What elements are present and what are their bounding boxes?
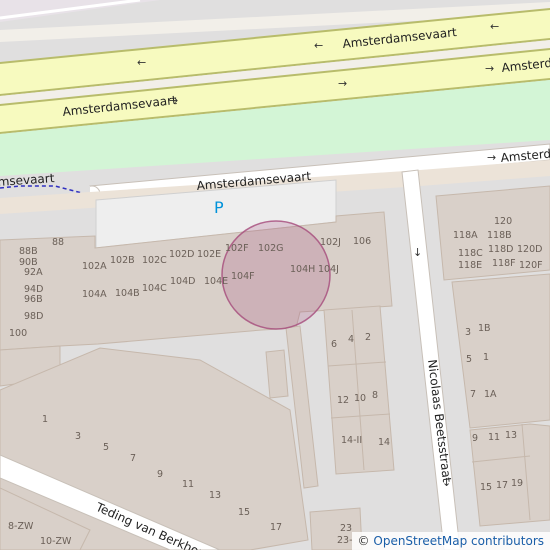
house-number: 3 [465,327,471,338]
house-number: 1 [483,352,489,363]
house-number: 11 [182,479,194,490]
house-number: 96B [24,294,43,305]
parking-symbol: P [214,198,224,217]
house-number: 14 [378,437,390,448]
house-number: 118F [492,258,516,269]
oneway-arrow: ↓ [413,246,422,259]
house-number: 104E [204,276,228,287]
house-number: 104A [82,289,107,300]
house-number: 120 [494,216,512,227]
oneway-arrow: → [338,77,347,90]
house-number: 104D [170,276,195,287]
oneway-arrow: → [485,62,494,75]
oneway-arrow: ← [490,20,499,33]
house-number: 88 [52,237,64,248]
house-number: 17 [496,480,508,491]
house-number: 9 [472,433,478,444]
house-number: 8-ZW [8,521,34,532]
house-number: 8 [372,390,378,401]
oneway-arrow: → [169,94,178,107]
house-number: 1A [484,389,497,400]
house-number: 1B [478,323,491,334]
house-number: 7 [470,389,476,400]
house-number: 102B [110,255,135,266]
house-number: 23- [337,535,353,546]
house-number: 104H [290,264,315,275]
building-small [265,349,289,399]
house-number: 1 [42,414,48,425]
house-number: 102C [142,255,167,266]
house-number: 104J [318,264,339,275]
house-number: 11 [488,432,500,443]
house-number: 23 [340,523,352,534]
house-number: 104B [115,288,140,299]
house-number: 118D [488,244,513,255]
oneway-arrow: ← [137,56,146,69]
house-number: 104F [231,271,255,282]
house-number: 102G [258,243,284,254]
house-number: 17 [270,522,282,533]
house-number: 118A [453,230,478,241]
attribution-link[interactable]: OpenStreetMap contributors [373,534,544,548]
house-number: 120D [517,244,542,255]
house-number: 13 [209,490,221,501]
house-number: 12 [337,395,349,406]
house-number: 13 [505,430,517,441]
house-number: 15 [238,507,250,518]
map-attribution: © OpenStreetMap contributors [351,532,550,550]
house-number: 4 [348,334,354,345]
house-number: 102D [169,249,194,260]
house-number: 120F [519,260,543,271]
house-number: 3 [75,431,81,442]
house-number: 102J [320,237,341,248]
house-number: 102E [197,249,221,260]
house-number: 92A [24,267,43,278]
house-number: 88B [19,246,38,257]
house-number: 19 [511,478,523,489]
house-number: 104C [142,283,167,294]
house-number: 118B [487,230,512,241]
house-number: 98D [24,311,43,322]
building-1-7 [451,273,550,429]
house-number: 118E [458,260,482,271]
house-number: 5 [103,442,109,453]
house-number: 2 [365,332,371,343]
house-number: 15 [480,482,492,493]
house-number: 106 [353,236,371,247]
house-number: 7 [130,453,136,464]
oneway-arrow: ↓ [442,476,451,489]
house-number: 100 [9,328,27,339]
oneway-arrow: → [487,151,496,164]
house-number: 5 [466,354,472,365]
house-number: 9 [157,469,163,480]
map-view[interactable]: P Amsterdamsevaart Amsterdamsevaart Amst… [0,0,550,550]
house-number: 10 [354,393,366,404]
map-canvas[interactable]: P Amsterdamsevaart Amsterdamsevaart Amst… [0,0,550,550]
house-number: 102F [225,243,249,254]
copyright-symbol: © [357,534,370,548]
house-number: 6 [331,339,337,350]
house-number: 10-ZW [40,536,72,547]
oneway-arrow: ← [314,39,323,52]
house-number: 14-II [341,435,362,446]
house-number: 118C [458,248,483,259]
house-number: 102A [82,261,107,272]
